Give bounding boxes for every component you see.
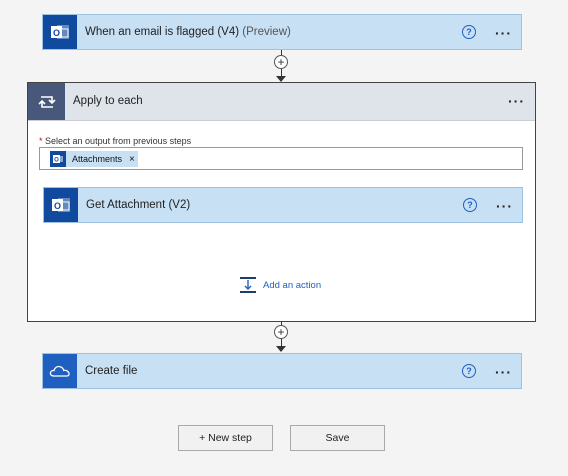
- svg-text:O: O: [54, 158, 59, 164]
- new-step-button[interactable]: + New step: [178, 425, 273, 451]
- trigger-step-subtitle: (Preview): [242, 26, 291, 38]
- select-output-label: * Select an output from previous steps: [39, 136, 192, 146]
- apply-to-each-header[interactable]: Apply to each ···: [28, 83, 535, 121]
- trigger-step-card[interactable]: O When an email is flagged (V4) (Preview…: [42, 14, 522, 50]
- svg-text:O: O: [53, 28, 60, 38]
- outlook-icon: O: [44, 188, 78, 222]
- required-marker: *: [39, 136, 43, 146]
- apply-to-each-title: Apply to each: [73, 95, 143, 107]
- token-label: Attachments: [72, 154, 123, 164]
- trigger-step-title: When an email is flagged (V4) (Preview): [85, 26, 291, 38]
- attachments-token[interactable]: O Attachments ×: [50, 151, 138, 167]
- remove-token-icon[interactable]: ×: [129, 154, 135, 165]
- get-attachment-more-options-icon[interactable]: ···: [496, 199, 513, 213]
- connector-arrow: [276, 346, 286, 352]
- svg-text:O: O: [54, 201, 61, 211]
- create-file-more-options-icon[interactable]: ···: [495, 365, 512, 379]
- get-attachment-step-card[interactable]: O Get Attachment (V2) ? ···: [43, 187, 523, 223]
- onedrive-icon: [43, 354, 77, 388]
- add-action-link[interactable]: Add an action: [239, 276, 339, 296]
- outlook-icon: O: [43, 15, 77, 49]
- insert-step-plus-icon[interactable]: +: [274, 55, 288, 69]
- apply-to-each-more-options-icon[interactable]: ···: [508, 94, 525, 108]
- trigger-help-icon[interactable]: ?: [462, 25, 476, 39]
- save-button[interactable]: Save: [290, 425, 385, 451]
- add-action-icon: [239, 276, 257, 299]
- create-file-step-title: Create file: [85, 365, 138, 377]
- create-file-help-icon[interactable]: ?: [462, 364, 476, 378]
- trigger-more-options-icon[interactable]: ···: [495, 26, 512, 40]
- loop-icon: [28, 83, 65, 120]
- insert-step-plus-icon[interactable]: +: [274, 325, 288, 339]
- add-action-label: Add an action: [263, 280, 322, 291]
- get-attachment-help-icon[interactable]: ?: [463, 198, 477, 212]
- get-attachment-step-title: Get Attachment (V2): [86, 199, 191, 211]
- select-output-field[interactable]: O Attachments ×: [39, 147, 523, 170]
- outlook-token-icon: O: [50, 151, 66, 167]
- apply-to-each-container: Apply to each ··· * Select an output fro…: [27, 82, 536, 322]
- create-file-step-card[interactable]: Create file ? ···: [42, 353, 522, 389]
